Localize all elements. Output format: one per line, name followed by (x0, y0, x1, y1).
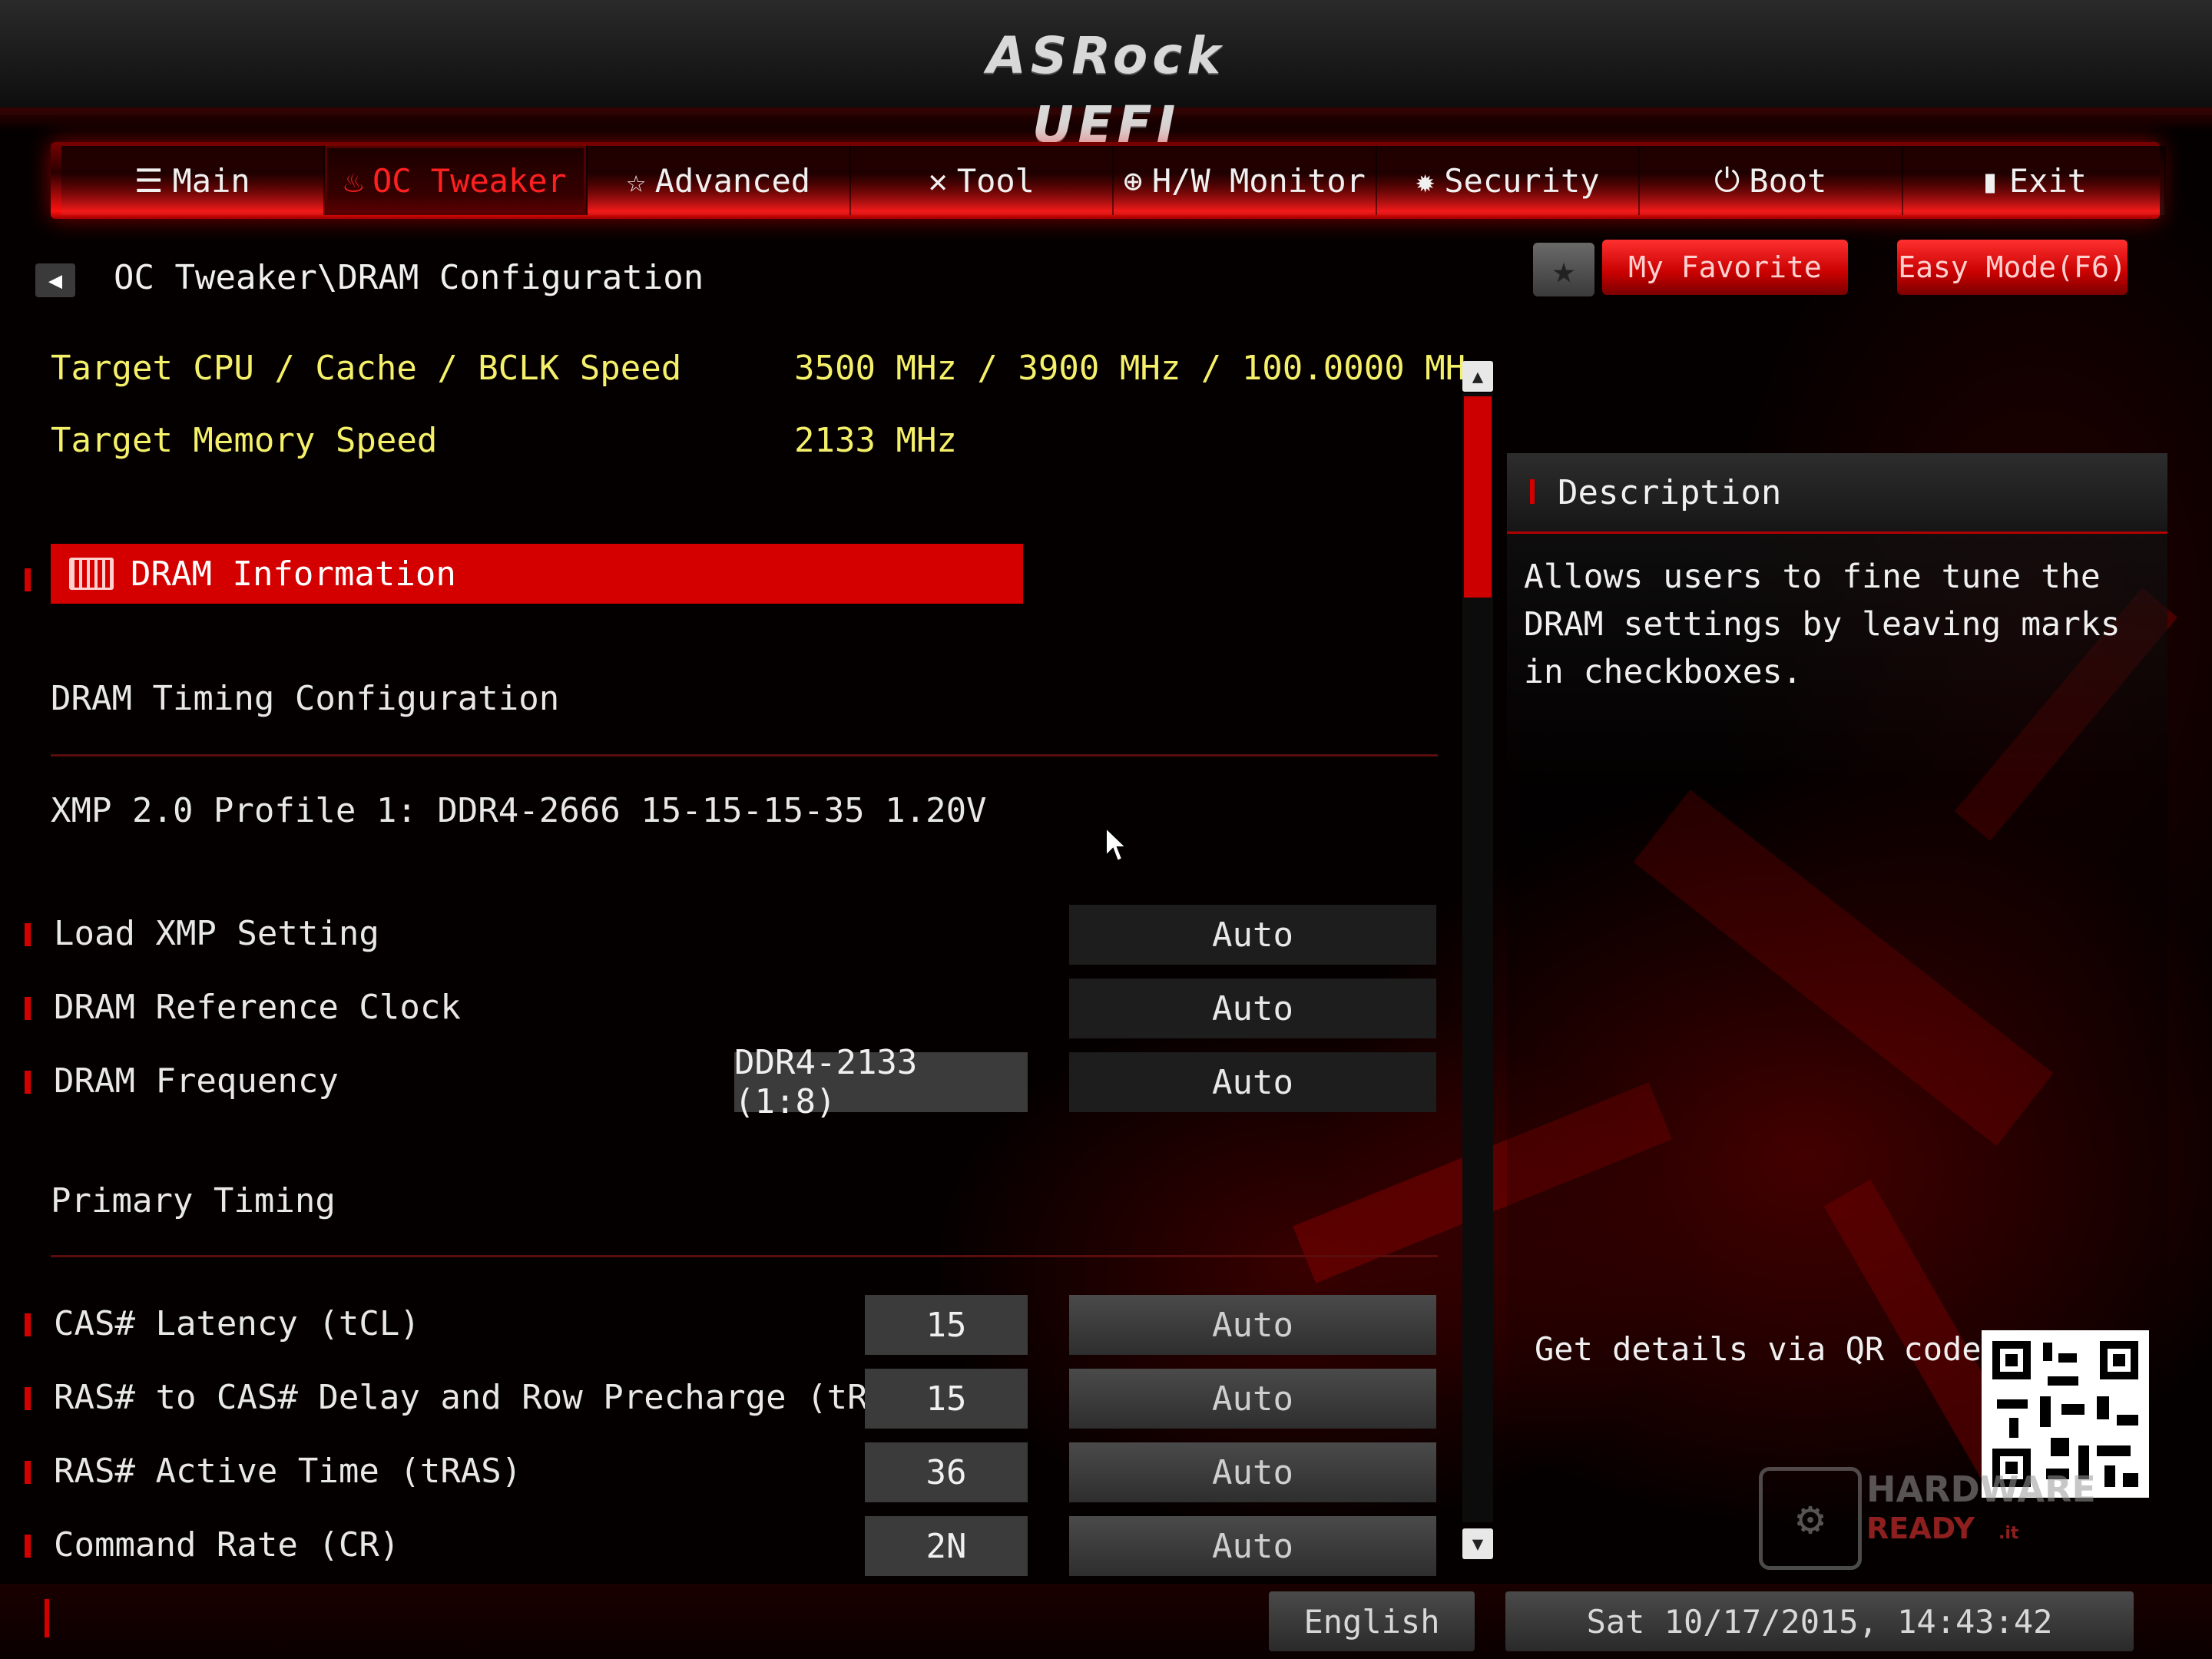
option-select[interactable]: Auto (1069, 1442, 1436, 1502)
xmp-profile-text: XMP 2.0 Profile 1: DDR4-2666 15-15-15-35… (51, 791, 987, 830)
description-header: Description (1507, 453, 2167, 534)
setting-label: RAS# Active Time (tRAS) (54, 1452, 522, 1491)
description-text: Allows users to fine tune the DRAM setti… (1524, 558, 2121, 691)
star-icon: ★ (1551, 247, 1576, 292)
watermark-line2: READY (1866, 1512, 1975, 1545)
dram-information-label: DRAM Information (131, 554, 456, 594)
option-select[interactable]: Auto (1069, 1516, 1436, 1576)
setting-label: DRAM Reference Clock (54, 988, 461, 1027)
tab-label: Exit (2008, 161, 2087, 200)
setting-label: Command Rate (CR) (54, 1525, 400, 1565)
scrollbar-thumb[interactable] (1464, 396, 1492, 598)
primary-timing-heading: Primary Timing (51, 1181, 336, 1220)
qr-code-label: Get details via QR code (1535, 1330, 1982, 1368)
item-marker (25, 1313, 31, 1336)
hardware-ready-watermark: ⚙ HARDWARE READY .it (1759, 1467, 2128, 1570)
current-value: 15 (865, 1369, 1028, 1429)
tab-exit[interactable]: ▮ Exit (1902, 146, 2166, 215)
dram-timing-config-heading: DRAM Timing Configuration (51, 679, 560, 718)
favorite-star-button[interactable]: ★ (1533, 243, 1594, 296)
scroll-down-button[interactable]: ▼ (1462, 1528, 1493, 1559)
uefi-screen: ASRock UEFI ☰ Main ♨ OC Tweaker ☆ Advanced ✕ To… (0, 0, 2212, 1659)
exit-icon: ▮ (1980, 161, 2000, 200)
my-favorite-button[interactable]: My Favorite (1602, 240, 1848, 295)
setting-label: RAS# to CAS# Delay and Row Precharge (tR… (54, 1378, 990, 1417)
item-marker (25, 1535, 31, 1558)
setting-label: CAS# Latency (tCL) (54, 1304, 420, 1343)
option-select[interactable]: Auto (1069, 1295, 1436, 1355)
option-select[interactable]: Auto (1069, 1369, 1436, 1429)
item-marker (25, 923, 31, 946)
section-divider (51, 754, 1438, 757)
chevron-down-icon: ▼ (1472, 1533, 1484, 1555)
easy-mode-button[interactable]: Easy Mode(F6) (1897, 240, 2128, 295)
option-select[interactable]: Auto (1069, 1052, 1436, 1112)
option-select[interactable]: Auto (1069, 905, 1436, 965)
current-value: 36 (865, 1442, 1028, 1502)
settings-panel: Target CPU / Cache / BCLK Speed 3500 MHz… (0, 0, 1486, 1659)
circuit-logo-icon: ⚙ (1759, 1467, 1862, 1570)
item-marker (25, 1387, 31, 1410)
dram-information-button[interactable]: DRAM Information (51, 544, 1023, 604)
setting-label: Load XMP Setting (54, 914, 379, 953)
chevron-up-icon: ▲ (1472, 366, 1484, 387)
target-cpu-value: 3500 MHz / 3900 MHz / 100.0000 MHz (794, 349, 1486, 388)
current-value: 2N (865, 1516, 1028, 1576)
section-divider (51, 1255, 1438, 1257)
header-marker (1530, 479, 1535, 504)
mouse-cursor-icon (1105, 826, 1128, 863)
tab-label: Security (1444, 161, 1600, 200)
target-memory-label: Target Memory Speed (51, 421, 438, 460)
tab-boot[interactable]: ⏻ Boot (1640, 146, 1903, 215)
watermark-suffix: .it (1998, 1524, 2019, 1543)
status-marker (45, 1599, 49, 1637)
target-memory-value: 2133 MHz (794, 421, 957, 460)
memory-module-icon (69, 558, 114, 590)
target-cpu-label: Target CPU / Cache / BCLK Speed (51, 349, 682, 388)
item-marker (25, 1071, 31, 1094)
current-value: 15 (865, 1295, 1028, 1355)
system-datetime: Sat 10/17/2015, 14:43:42 (1505, 1591, 2134, 1651)
setting-label: DRAM Frequency (54, 1061, 339, 1101)
option-select[interactable]: Auto (1069, 979, 1436, 1038)
scroll-up-button[interactable]: ▲ (1462, 361, 1493, 392)
power-icon: ⏻ (1714, 161, 1740, 199)
current-value: DDR4-2133 (1:8) (734, 1043, 1028, 1121)
language-button[interactable]: English (1269, 1591, 1475, 1651)
item-marker (25, 997, 31, 1020)
item-marker (25, 1461, 31, 1484)
selection-marker (25, 568, 31, 591)
description-title: Description (1558, 473, 1782, 512)
tab-label: Boot (1749, 161, 1827, 200)
watermark-line1: HARDWARE (1866, 1469, 2096, 1510)
